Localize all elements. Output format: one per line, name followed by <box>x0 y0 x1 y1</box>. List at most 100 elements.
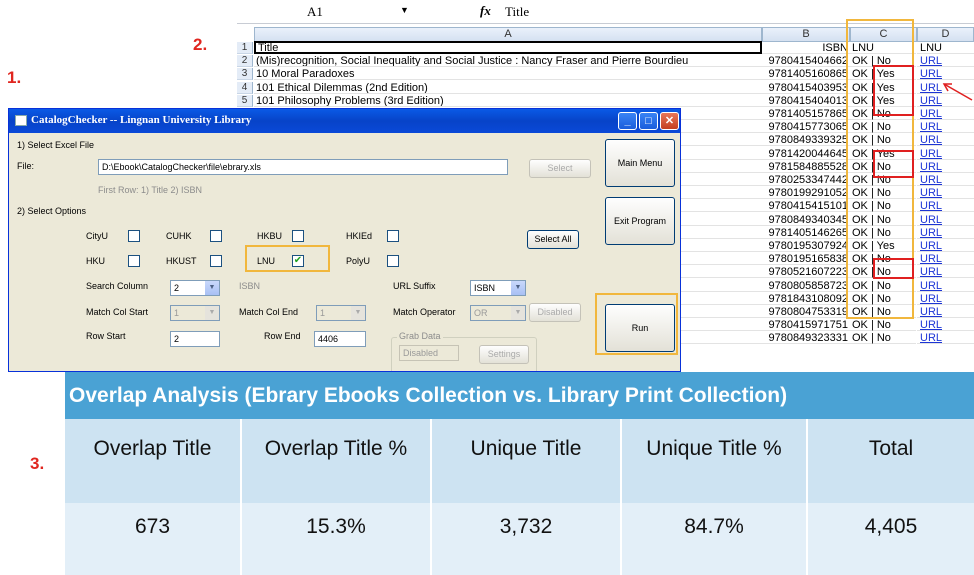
cell-title: Title <box>254 41 762 54</box>
cell-isbn: 9780415403953 <box>762 82 850 94</box>
dropdown-arrow-icon[interactable]: ▼ <box>511 306 525 320</box>
url-suffix-value: ISBN <box>474 283 496 293</box>
column-header-a[interactable]: A <box>254 27 762 42</box>
column-header-d[interactable]: D <box>917 27 974 42</box>
minimize-icon[interactable]: _ <box>618 112 637 130</box>
row-number[interactable]: 3 <box>237 68 253 81</box>
main-menu-button[interactable]: Main Menu <box>605 139 675 187</box>
library-checkbox-hkied[interactable] <box>387 230 399 242</box>
library-label-hkbu: HKBU <box>257 231 283 241</box>
cell-url[interactable]: URL <box>917 174 974 186</box>
grab-data-label: Grab Data <box>397 331 443 341</box>
cell-url[interactable]: URL <box>917 55 974 68</box>
yes-highlight-3 <box>873 258 914 279</box>
cell-url[interactable]: URL <box>917 214 974 226</box>
column-header-b[interactable]: B <box>762 27 850 42</box>
dropdown-arrow-icon[interactable]: ▼ <box>351 306 365 320</box>
cell-url[interactable]: URL <box>917 134 974 147</box>
cell-isbn: 9780849340345 <box>762 214 850 226</box>
header-overlap-title-percent: Overlap Title % <box>242 419 430 503</box>
cell-isbn: ISBN <box>762 42 850 54</box>
cell-title: 101 Philosophy Problems (3rd Edition) <box>254 95 762 107</box>
exit-program-button[interactable]: Exit Program <box>605 197 675 245</box>
section-select-options: 2) Select Options <box>17 206 87 216</box>
formula-value[interactable]: Title <box>505 4 529 20</box>
cell-isbn: 9780415971751 <box>762 319 850 332</box>
close-icon[interactable]: ✕ <box>660 112 679 130</box>
cell-url[interactable]: URL <box>917 280 974 292</box>
app-icon <box>15 115 27 126</box>
disabled-button[interactable]: Disabled <box>529 303 581 322</box>
match-col-start-select[interactable]: 1 ▼ <box>170 305 220 321</box>
dropdown-arrow-icon[interactable]: ▼ <box>400 5 409 15</box>
cell-title: 101 Ethical Dilemmas (2nd Edition) <box>254 82 762 94</box>
cell-url[interactable]: URL <box>917 227 974 239</box>
cell-url[interactable]: URL <box>917 253 974 266</box>
settings-button[interactable]: Settings <box>479 345 529 364</box>
name-box[interactable]: A1 <box>307 4 323 20</box>
run-button-highlight <box>595 293 678 355</box>
header-total: Total <box>808 419 974 503</box>
row-number[interactable]: 1 <box>237 42 253 54</box>
cell-url[interactable]: URL <box>917 319 974 332</box>
library-checkbox-polyu[interactable] <box>387 255 399 267</box>
window-title: CatalogChecker -- Lingnan University Lib… <box>31 114 252 126</box>
cell-url[interactable]: URL <box>917 200 974 213</box>
header-unique-title-percent: Unique Title % <box>622 419 806 503</box>
library-label-hkied: HKIEd <box>346 231 373 241</box>
cell-url[interactable]: URL <box>917 306 974 318</box>
cell-url[interactable]: URL <box>917 161 974 173</box>
match-operator-select[interactable]: OR ▼ <box>470 305 526 321</box>
search-column-hint: ISBN <box>239 281 261 291</box>
library-checkbox-hkust[interactable] <box>210 255 222 267</box>
cell-isbn: 9781405160865 <box>762 68 850 81</box>
url-suffix-select[interactable]: ISBN ▼ <box>470 280 526 296</box>
row-number[interactable]: 4 <box>237 81 253 94</box>
yes-highlight-1 <box>873 65 914 116</box>
row-start-label: Row Start <box>86 331 126 341</box>
window-titlebar[interactable]: CatalogChecker -- Lingnan University Lib… <box>9 109 680 133</box>
library-checkbox-cuhk[interactable] <box>210 230 222 242</box>
cell-isbn: 9780849339325 <box>762 134 850 147</box>
dropdown-arrow-icon[interactable]: ▼ <box>205 306 219 320</box>
row-number[interactable]: 2 <box>237 55 253 68</box>
row-end-input[interactable]: 4406 <box>314 331 366 347</box>
select-all-button[interactable]: Select All <box>527 230 579 249</box>
library-checkbox-hkbu[interactable] <box>292 230 304 242</box>
maximize-icon[interactable]: □ <box>639 112 658 130</box>
cell-url[interactable]: URL <box>917 266 974 279</box>
cell-url[interactable]: URL <box>917 108 974 120</box>
row-start-input[interactable]: 2 <box>170 331 220 347</box>
value-overlap-title: 673 <box>65 503 240 575</box>
select-button[interactable]: Select <box>529 159 591 178</box>
value-total: 4,405 <box>808 503 974 575</box>
cell-url[interactable]: URL <box>917 187 974 200</box>
cell-url[interactable]: URL <box>917 240 974 252</box>
fx-icon[interactable]: fx <box>480 3 491 19</box>
grab-data-input[interactable]: Disabled <box>399 345 459 361</box>
cell-url[interactable]: URL <box>917 293 974 305</box>
cell-url[interactable]: URL <box>917 332 974 345</box>
cell-url[interactable]: URL <box>917 68 974 81</box>
file-path-input[interactable]: D:\Ebook\CatalogChecker\file\ebrary.xls <box>98 159 508 175</box>
cell-url[interactable]: URL <box>917 121 974 134</box>
dropdown-arrow-icon[interactable]: ▼ <box>511 281 525 295</box>
library-label-polyu: PolyU <box>346 256 371 266</box>
yes-highlight-2 <box>873 150 914 178</box>
library-checkbox-cityu[interactable] <box>128 230 140 242</box>
step-label-2: 2. <box>193 35 208 54</box>
cell-url: LNU <box>917 42 974 54</box>
row-number[interactable]: 5 <box>237 94 253 107</box>
library-checkbox-hku[interactable] <box>128 255 140 267</box>
cell-isbn: 9781843108092 <box>762 293 850 305</box>
cell-url[interactable]: URL <box>917 148 974 160</box>
catalogchecker-window: CatalogChecker -- Lingnan University Lib… <box>8 108 681 372</box>
cell-isbn: 9780199291052 <box>762 187 850 200</box>
cell-title: (Mis)recognition, Social Inequality and … <box>254 55 762 68</box>
search-column-select[interactable]: 2 ▼ <box>170 280 220 296</box>
match-col-start-label: Match Col Start <box>86 307 149 317</box>
library-label-hkust: HKUST <box>166 256 197 266</box>
match-col-end-select[interactable]: 1 ▼ <box>316 305 366 321</box>
dropdown-arrow-icon[interactable]: ▼ <box>205 281 219 295</box>
cell-isbn: 9780849323331 <box>762 332 850 345</box>
